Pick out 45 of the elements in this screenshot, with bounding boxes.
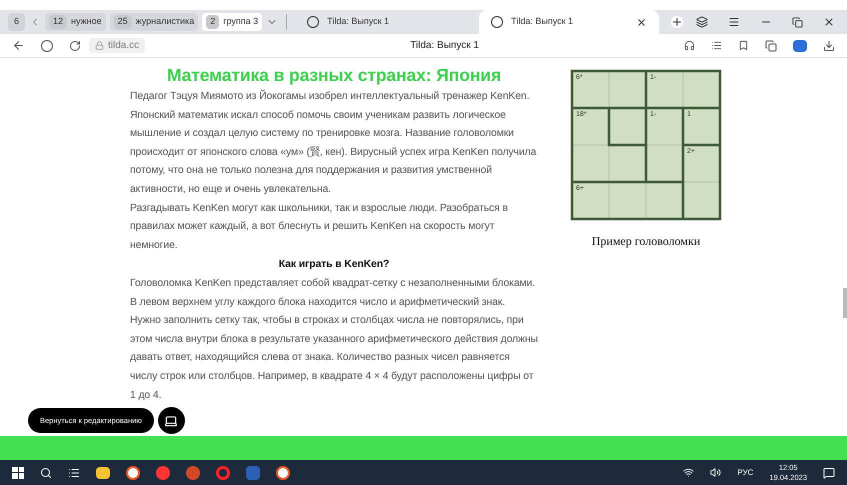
- page-title: Tilda: Выпуск 1: [409, 39, 480, 53]
- article-title: Математика в разных странах: Япония: [166, 64, 502, 87]
- group-count: 12: [49, 15, 68, 29]
- new-tab-icon[interactable]: [671, 16, 684, 28]
- reader-icon[interactable]: [711, 40, 722, 51]
- article-paragraph: Разгадывать KenKen могут как школьники, так и взрослые люди. Разобраться в правилах может каждый, а вот блеснуть и решить KenKen на скорость могут немногие.: [130, 202, 509, 253]
- network-icon[interactable]: [683, 467, 694, 478]
- tabs-icon[interactable]: [696, 16, 708, 28]
- tab-title: Tilda: Выпуск 1: [511, 15, 574, 28]
- start-icon[interactable]: [12, 466, 24, 478]
- browser-tab[interactable]: Tilda: Выпуск 1: [295, 10, 476, 34]
- group-label: группа 3: [223, 15, 258, 28]
- screen-button[interactable]: [158, 407, 185, 434]
- tab-group[interactable]: 12 нужное: [45, 13, 106, 31]
- browser-tab[interactable]: Tilda: Выпуск 1: [479, 10, 660, 34]
- headphones-icon[interactable]: [684, 40, 695, 51]
- group-count: 25: [114, 15, 132, 29]
- reload-icon[interactable]: [69, 40, 81, 52]
- collections-icon[interactable]: [765, 40, 777, 52]
- group-label: журналистика: [136, 15, 194, 28]
- close-icon[interactable]: [823, 16, 835, 28]
- laptop-icon: [164, 414, 178, 428]
- volume-icon[interactable]: [710, 467, 722, 478]
- menu-icon[interactable]: [728, 16, 740, 28]
- tab-group[interactable]: 25 журналистика: [110, 13, 198, 31]
- url-field[interactable]: tilda.cc: [89, 38, 146, 53]
- section-heading: Как играть в KenKen?: [278, 258, 390, 272]
- search-icon[interactable]: [40, 466, 52, 478]
- tab-group[interactable]: 2 группа 3: [202, 13, 262, 31]
- close-icon[interactable]: [636, 16, 648, 28]
- tab-counter[interactable]: 6: [8, 13, 26, 31]
- download-icon[interactable]: [823, 40, 835, 52]
- ring-icon[interactable]: [216, 466, 230, 480]
- notifications-icon[interactable]: [823, 466, 835, 478]
- lock-icon: [95, 41, 104, 50]
- figure-caption: Пример головоломки: [592, 233, 700, 250]
- back-icon[interactable]: [12, 39, 25, 52]
- article-paragraph: Педагог Тэцуя Миямото из Йокогамы изобрел интеллектуальный тренажер KenKen. Японский математик искал способ помочь своим ученикам развить логическое мышление и создал целую систему по тренировке мозга. Название головоломки происходит от японского слова «ум» (賢, кен). Вирусный успех игра KenKen получила потому, что она не только полезна для поддержания и развития умственной активности, но еще и очень увлекательна.: [130, 88, 538, 197]
- restore-icon[interactable]: [792, 16, 803, 28]
- tab-title: Tilda: Выпуск 1: [327, 15, 390, 28]
- group-count: 2: [206, 15, 220, 29]
- bookmark-icon[interactable]: [738, 40, 749, 51]
- group-label: нужное: [71, 15, 102, 28]
- language-indicator[interactable]: РУС: [737, 466, 754, 478]
- article-paragraph: Головоломка KenKen представляет собой квадрат-сетку с незаполненными блоками. В левом верхнем углу каждого блока находится число и арифметический знак. Нужно заполнить сетку так, чтобы в строках и столбцах числа не повторялись, при этом числа внутри блока в результате указанного арифметического действия должны давать ответ, находящийся слева от знака. Количество разных чисел равняется числу строк или столбцов. Например, в квадрате 4 × 4 будут расположены цифры от 1 до 4.: [130, 276, 538, 402]
